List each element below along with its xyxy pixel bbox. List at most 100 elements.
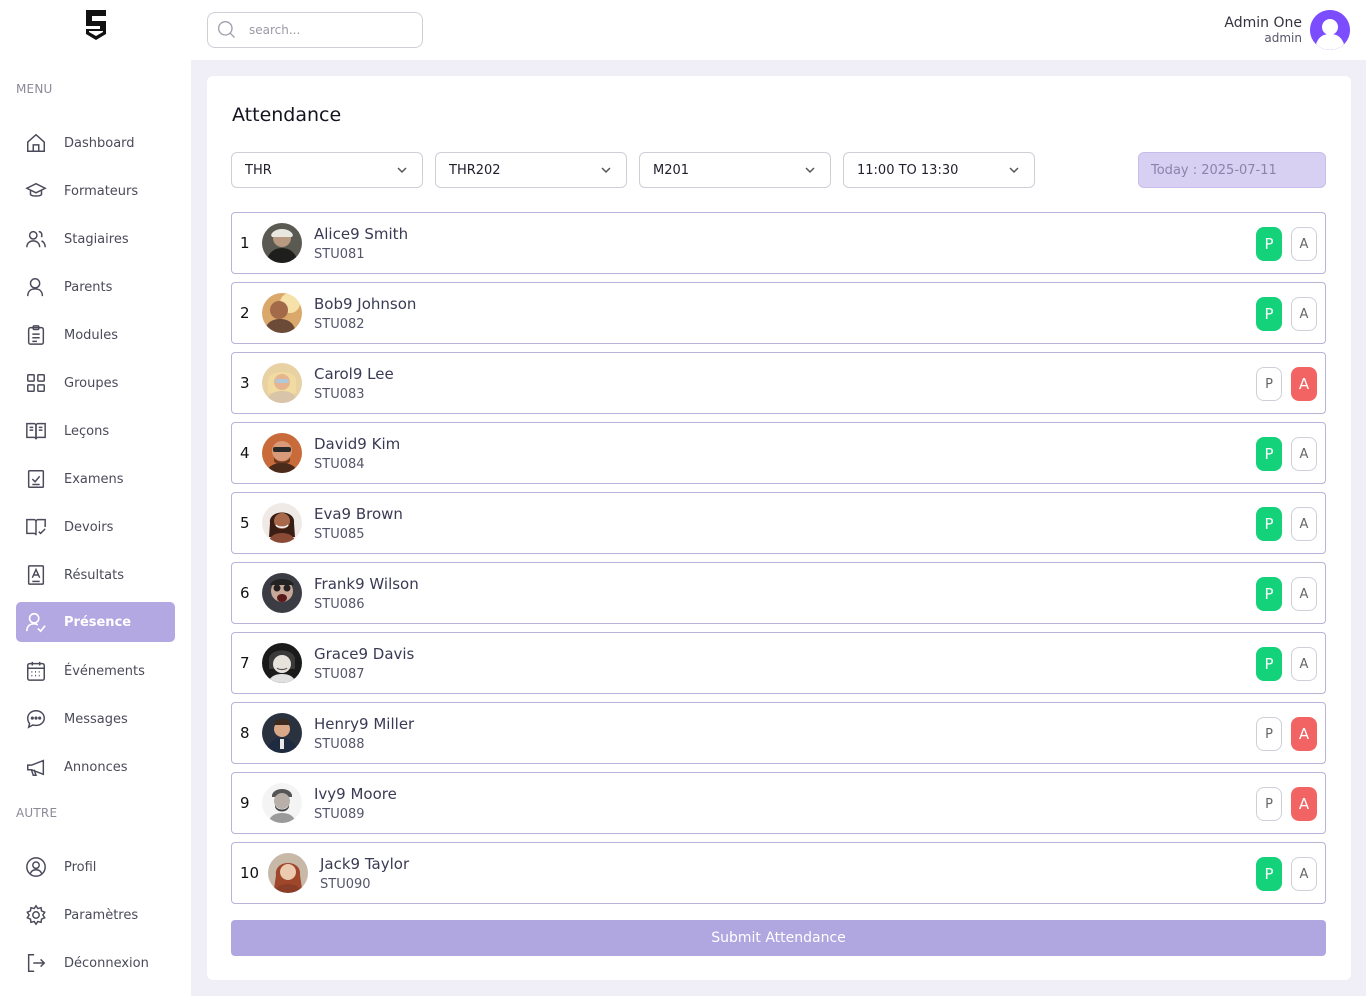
book-open-icon — [24, 419, 48, 443]
time-slot-select-value: 11:00 TO 13:30 — [857, 162, 959, 178]
absent-button[interactable]: A — [1291, 367, 1317, 401]
gear-icon — [24, 903, 48, 927]
module-select[interactable]: M201 — [639, 152, 831, 188]
student-photo — [262, 783, 302, 823]
student-row: 7 Grace9 Davis STU087 P A — [231, 632, 1326, 694]
absent-button[interactable]: A — [1291, 297, 1317, 331]
present-button[interactable]: P — [1256, 437, 1282, 471]
absent-button[interactable]: A — [1291, 647, 1317, 681]
absent-button[interactable]: A — [1291, 507, 1317, 541]
home-icon — [24, 131, 48, 155]
sidebar-item-label: Annonces — [64, 759, 128, 775]
present-button[interactable]: P — [1256, 367, 1282, 401]
logo-icon[interactable] — [82, 8, 110, 42]
present-button[interactable]: P — [1256, 227, 1282, 261]
search-box[interactable] — [207, 12, 423, 48]
sidebar-item-examens[interactable]: Examens — [16, 459, 175, 499]
student-row: 4 David9 Kim STU084 P A — [231, 422, 1326, 484]
present-button[interactable]: P — [1256, 857, 1282, 891]
absent-button[interactable]: A — [1291, 227, 1317, 261]
sidebar-item-label: Messages — [64, 711, 128, 727]
branch-select[interactable]: THR — [231, 152, 423, 188]
absent-button[interactable]: A — [1291, 857, 1317, 891]
grid-icon — [24, 371, 48, 395]
sidebar-item-label: Résultats — [64, 567, 125, 583]
sidebar-item-formateurs[interactable]: Formateurs — [16, 171, 175, 211]
sidebar-item-parents[interactable]: Parents — [16, 267, 175, 307]
sidebar-item-label: Examens — [64, 471, 124, 487]
present-button[interactable]: P — [1256, 787, 1282, 821]
present-button[interactable]: P — [1256, 647, 1282, 681]
absent-button[interactable]: A — [1291, 577, 1317, 611]
sidebar-item-modules[interactable]: Modules — [16, 315, 175, 355]
megaphone-icon — [24, 755, 48, 779]
sidebar-item-groupes[interactable]: Groupes — [16, 363, 175, 403]
student-photo — [268, 853, 308, 893]
student-name: Carol9 Lee — [314, 364, 394, 383]
absent-button[interactable]: A — [1291, 717, 1317, 751]
sidebar-item-messages[interactable]: Messages — [16, 699, 175, 739]
search-input[interactable] — [249, 23, 409, 37]
row-index: 2 — [240, 304, 250, 322]
row-index: 7 — [240, 654, 250, 672]
sidebar-item-evenements[interactable]: Événements — [16, 651, 175, 691]
absent-button[interactable]: A — [1291, 787, 1317, 821]
student-row: 8 Henry9 Miller STU088 P A — [231, 702, 1326, 764]
time-slot-select[interactable]: 11:00 TO 13:30 — [843, 152, 1035, 188]
present-button[interactable]: P — [1256, 577, 1282, 611]
student-name: Alice9 Smith — [314, 224, 409, 243]
sidebar-item-label: Devoirs — [64, 519, 114, 535]
row-index: 5 — [240, 514, 250, 532]
module-select-value: M201 — [653, 162, 690, 178]
user-name: Admin One — [1224, 15, 1302, 31]
student-id: STU081 — [314, 246, 365, 262]
sidebar-item-label: Dashboard — [64, 135, 135, 151]
user-role: admin — [1264, 31, 1302, 45]
user-check-icon — [24, 610, 48, 634]
sidebar-item-stagiaires[interactable]: Stagiaires — [16, 219, 175, 259]
student-id: STU082 — [314, 316, 365, 332]
sidebar-item-label: Leçons — [64, 423, 110, 439]
absent-button[interactable]: A — [1291, 437, 1317, 471]
sidebar-item-label: Parents — [64, 279, 113, 295]
logout-icon — [24, 951, 48, 975]
sidebar-item-deconnexion[interactable]: Déconnexion — [16, 943, 175, 983]
page-title: Attendance — [232, 104, 342, 126]
sidebar-item-annonces[interactable]: Annonces — [16, 747, 175, 787]
student-photo — [262, 363, 302, 403]
student-id: STU086 — [314, 596, 365, 612]
present-button[interactable]: P — [1256, 507, 1282, 541]
user-menu[interactable]: Admin One admin — [1224, 10, 1350, 50]
users-icon — [24, 227, 48, 251]
today-date-field: Today : 2025-07-11 — [1138, 152, 1326, 188]
avatar[interactable] — [1310, 10, 1350, 50]
sidebar-item-lecons[interactable]: Leçons — [16, 411, 175, 451]
student-id: STU088 — [314, 736, 365, 752]
student-photo — [262, 503, 302, 543]
sidebar-item-label: Déconnexion — [64, 955, 149, 971]
row-index: 10 — [240, 864, 260, 882]
present-button[interactable]: P — [1256, 297, 1282, 331]
student-id: STU090 — [320, 876, 371, 892]
sidebar-item-resultats[interactable]: Résultats — [16, 555, 175, 595]
chevron-down-icon — [805, 167, 815, 174]
search-icon — [218, 21, 235, 38]
submit-attendance-button[interactable]: Submit Attendance — [231, 920, 1326, 956]
student-photo — [262, 573, 302, 613]
row-index: 1 — [240, 234, 250, 252]
sidebar-item-dashboard[interactable]: Dashboard — [16, 123, 175, 163]
student-name: Bob9 Johnson — [314, 294, 417, 313]
student-name: Grace9 Davis — [314, 644, 415, 663]
group-select[interactable]: THR202 — [435, 152, 627, 188]
branch-select-value: THR — [245, 162, 272, 178]
student-row: 10 Jack9 Taylor STU090 P A — [231, 842, 1326, 904]
sidebar-item-parametres[interactable]: Paramètres — [16, 895, 175, 935]
sidebar-item-devoirs[interactable]: Devoirs — [16, 507, 175, 547]
sidebar-item-presence[interactable]: Présence — [16, 602, 175, 642]
sidebar-item-label: Présence — [64, 614, 132, 630]
sidebar-item-profil[interactable]: Profil — [16, 847, 175, 887]
user-pair-icon — [24, 275, 48, 299]
student-photo — [262, 293, 302, 333]
present-button[interactable]: P — [1256, 717, 1282, 751]
chevron-down-icon — [601, 167, 611, 174]
